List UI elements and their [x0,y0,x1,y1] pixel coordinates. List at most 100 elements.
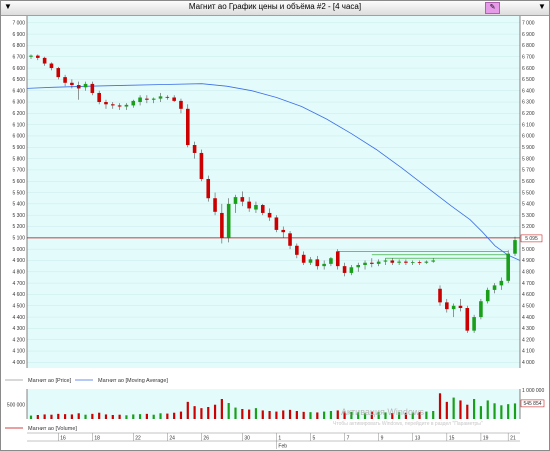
candle-body [431,260,435,262]
volume-bar [316,412,319,419]
volume-bar [43,414,46,419]
y-tick-label-left: 6 400 [12,88,25,94]
candle-body [151,98,156,100]
volume-bar [445,401,448,419]
y-tick-label-right: 4 600 [522,292,535,298]
candle-body [56,68,61,78]
y-tick-label-left: 5 000 [12,247,25,253]
y-tick-label-left: 6 000 [12,134,25,140]
y-tick-label-left: 6 900 [12,32,25,38]
price-volume-chart: 7 000 7 000 6 900 6 900 6 800 6 800 6 700 6 700… [5,16,544,450]
candle-body [117,105,122,107]
volume-bar [248,409,251,419]
volume-bar [125,415,128,419]
x-tick-label: 26 [203,436,209,442]
volume-bar [213,404,217,419]
candle-body [342,266,347,273]
last-price-label: 5 095 [525,236,538,242]
candle-body [145,98,149,100]
candle-body [138,97,142,103]
y-tick-label-left: 6 200 [12,111,25,117]
x-tick-label: 30 [244,436,250,442]
y-tick-label-left: 5 100 [12,236,25,242]
candle-body [451,305,456,310]
x-tick-label: 22 [135,436,141,442]
y-tick-label-right: 5 900 [522,145,535,151]
x-tick-label: 21 [510,436,516,442]
candle-body [315,259,320,267]
y-tick-label-left: 6 100 [12,122,25,128]
y-tick-label-left: 5 800 [12,156,25,162]
y-tick-label-left: 6 600 [12,66,25,72]
volume-tick-left: 500 000 [7,402,25,408]
candle-body [308,259,313,263]
candle-body [70,82,74,86]
volume-bar [459,400,462,419]
candle-body [479,301,483,318]
y-tick-label-right: 6 300 [522,100,535,106]
y-tick-label-left: 5 300 [12,213,25,219]
y-tick-label-left: 4 000 [12,360,25,366]
y-tick-label-right: 4 100 [522,349,535,355]
y-tick-label-left: 6 500 [12,77,25,83]
candle-body [226,203,231,238]
volume-bar [173,412,176,419]
volume-bar [466,404,469,419]
volume-bar [275,411,278,419]
y-tick-label-right: 7 000 [522,20,535,26]
candle-body [335,251,340,267]
y-tick-label-left: 4 300 [12,326,25,332]
volume-bar [472,399,476,419]
candle-body [124,104,129,107]
candle-body [356,265,361,268]
y-tick-label-left: 4 100 [12,349,25,355]
candle-body [513,240,517,254]
volume-bar [159,413,162,419]
month-label: Feb [278,444,287,450]
volume-bar [220,399,223,419]
candle-body [42,57,47,64]
y-tick-label-left: 4 900 [12,258,25,264]
volume-bar [329,411,333,419]
volume-bar [70,414,74,419]
x-tick-label: 9 [381,436,384,442]
volume-bar [111,415,114,419]
volume-bar [513,403,517,419]
volume-bar [84,414,87,419]
volume-bar [200,408,203,419]
y-tick-label-right: 6 100 [522,122,535,128]
volume-bar [425,411,428,419]
candle-body [240,197,245,202]
candle-body [417,262,422,263]
x-tick-label: 16 [60,436,66,442]
candle-body [172,97,176,101]
price-plot-area [27,16,520,368]
volume-bar [118,414,121,419]
candle-body [438,288,442,303]
x-tick-label: 19 [483,436,489,442]
y-tick-label-left: 6 700 [12,54,25,60]
y-tick-label-right: 5 700 [522,168,535,174]
volume-bar [261,410,264,419]
candle-body [185,108,190,146]
windows-activation-watermark: Активация Windows [341,407,424,417]
candle-body [349,267,354,273]
candle-body [458,305,463,309]
candle-body [131,100,136,106]
candle-body [158,96,163,99]
candle-body [390,260,395,263]
candle-body [424,261,429,263]
candle-body [247,201,251,209]
volume-bar [91,413,94,419]
candle-body [506,253,510,281]
y-tick-label-left: 4 500 [12,303,25,309]
x-tick-label: 24 [169,436,175,442]
y-tick-label-right: 4 300 [522,326,535,332]
candle-body [36,55,40,58]
volume-bar [493,403,496,419]
y-tick-label-right: 6 700 [522,54,535,60]
y-tick-label-right: 6 000 [522,134,535,140]
candle-body [363,262,367,266]
y-tick-label-left: 5 400 [12,202,25,208]
candle-body [111,104,115,106]
